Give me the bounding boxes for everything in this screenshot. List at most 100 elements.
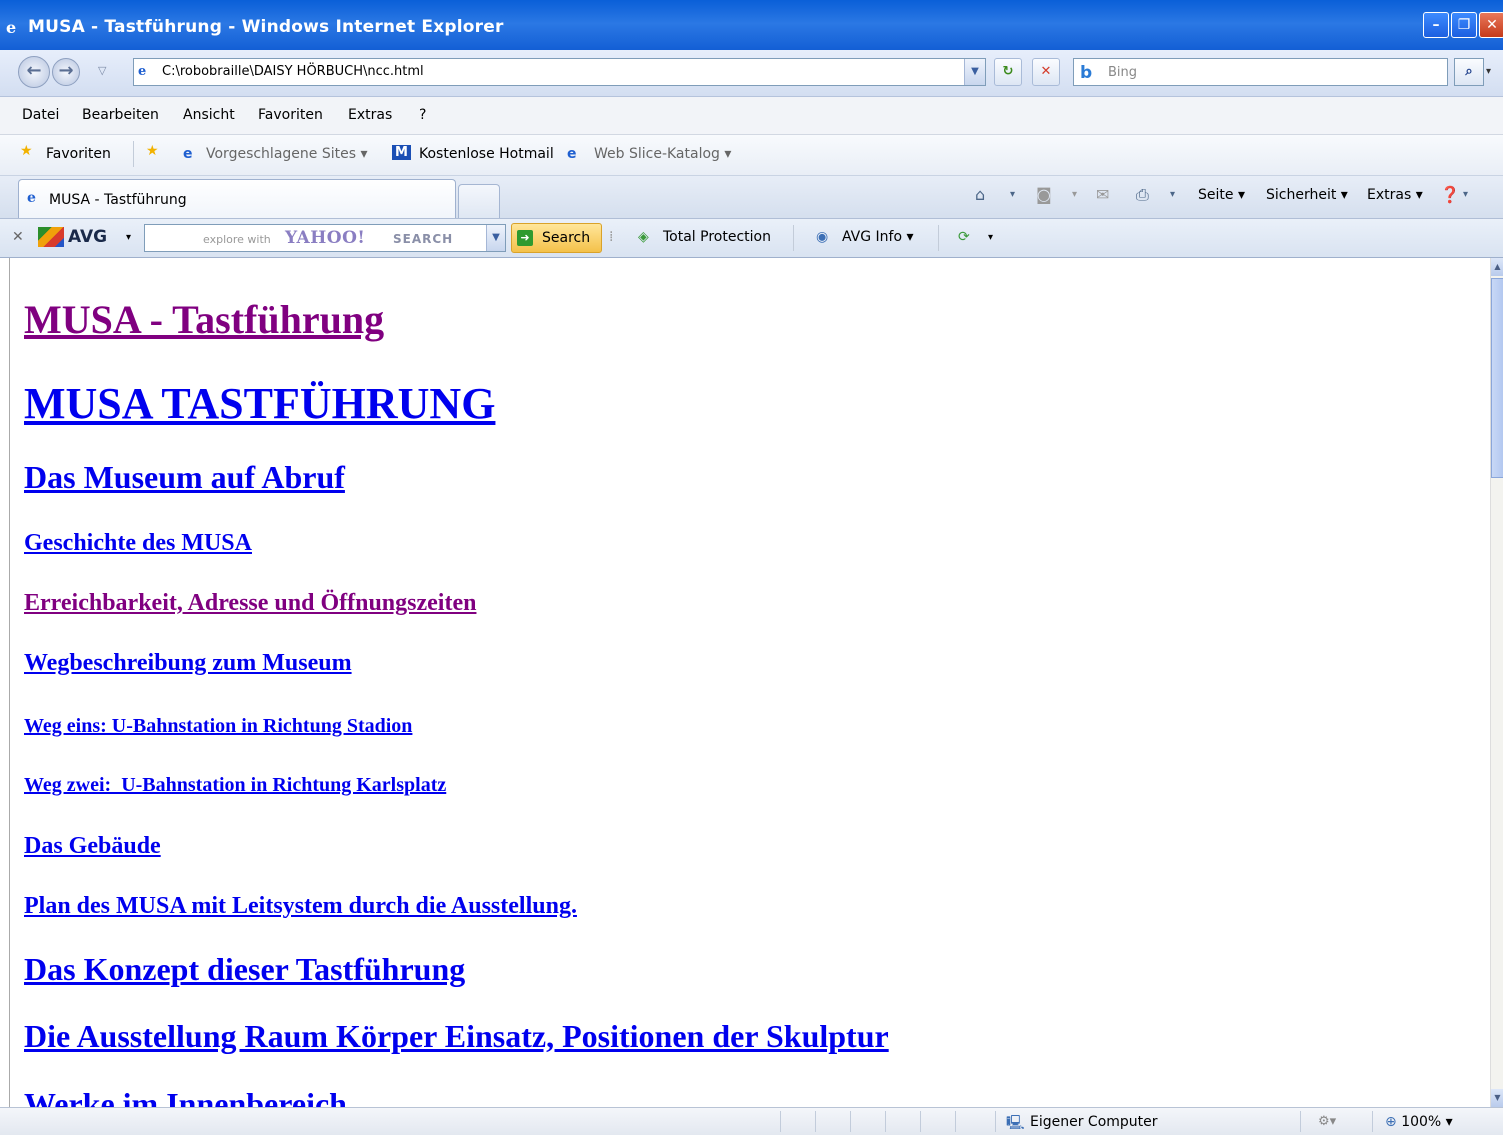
yahoo-search-input[interactable]: explore with YAHOO! SEARCH ▼ [144,224,506,252]
link-wegbeschreibung[interactable]: Wegbeschreibung zum Museum [24,650,352,677]
search-options-icon[interactable]: ▾ [1486,66,1491,77]
vertical-scrollbar[interactable]: ▲ ▼ [1490,258,1503,1107]
suggested-sites-link[interactable]: Vorgeschlagene Sites ▾ [206,146,368,162]
mail-icon[interactable]: ✉ [1096,185,1109,204]
menu-ansicht[interactable]: Ansicht [183,107,235,123]
add-favorite-icon[interactable]: ★ [146,143,159,159]
avg-logo-icon [38,227,64,247]
feeds-icon[interactable]: ◙ [1036,185,1052,204]
tab-row: e MUSA - Tastführung ⌂ ▾ ◙ ▾ ✉ ⎙ ▾ Seite… [0,176,1503,219]
toolbar-grip-icon: ⁞ [609,229,614,245]
url-field[interactable]: e C:\robobraille\DAISY HÖRBUCH\ncc.html … [133,58,986,86]
page-icon: e [138,64,147,79]
zoom-value: 100% [1401,1114,1442,1130]
home-dropdown-icon[interactable]: ▾ [1010,189,1015,200]
back-button[interactable]: ← [18,56,50,88]
forward-button[interactable]: → [52,58,80,86]
help-icon[interactable]: ❓ [1440,185,1460,204]
hotmail-icon: M [392,145,411,160]
page-content: MUSA - Tastführung MUSA TASTFÜHRUNG Das … [9,258,1491,1107]
status-divider [815,1111,816,1132]
address-bar: ← → ▽ e C:\robobraille\DAISY HÖRBUCH\ncc… [0,50,1503,97]
minimize-button[interactable]: – [1423,12,1449,38]
yahoo-dropdown-icon[interactable]: ▼ [486,225,505,251]
yahoo-logo: YAHOO! [285,228,366,248]
status-divider [920,1111,921,1132]
avg-search-button[interactable]: ➜ Search [511,223,602,253]
link-weg-eins[interactable]: Weg eins: U-Bahnstation in Richtung Stad… [24,715,412,738]
help-dropdown-icon[interactable]: ▾ [1463,189,1468,200]
avg-update-icon[interactable]: ⟳ [958,229,970,245]
yahoo-placeholder: explore with [203,233,271,246]
menu-bar: Datei Bearbeiten Ansicht Favoriten Extra… [0,97,1503,135]
link-weg-zwei[interactable]: Weg zwei: U-Bahnstation in Richtung Karl… [24,774,446,797]
link-konzept[interactable]: Das Konzept dieser Tastführung [24,951,465,988]
menu-extras[interactable]: Extras [348,107,392,123]
link-werke-innenbereich[interactable]: Werke im Innenbereich [24,1086,347,1107]
avg-dropdown-icon[interactable]: ▾ [126,232,131,243]
link-museum-auf-abruf[interactable]: Das Museum auf Abruf [24,459,345,496]
avg-toolbar: ✕ AVG ▾ explore with YAHOO! SEARCH ▼ ➜ S… [0,219,1503,258]
search-input[interactable]: b Bing [1073,58,1448,86]
scroll-up-icon[interactable]: ▲ [1491,258,1503,276]
arrow-right-icon: ➜ [517,230,533,246]
tools-menu[interactable]: Extras ▾ [1367,187,1423,203]
close-button[interactable]: ✕ [1479,12,1503,38]
link-erreichbarkeit[interactable]: Erreichbarkeit, Adresse und Öffnungszeit… [24,590,476,617]
menu-help[interactable]: ? [419,107,426,123]
safety-menu[interactable]: Sicherheit ▾ [1266,187,1348,203]
avg-info-button[interactable]: AVG Info ▾ [842,229,914,245]
window-title: MUSA - Tastführung - Windows Internet Ex… [28,17,504,37]
scroll-thumb[interactable] [1491,278,1503,478]
status-bar: 🖳 Eigener Computer ⚙▾ ⊕ 100% ▾ [0,1107,1503,1135]
history-dropdown-icon[interactable]: ▽ [98,64,106,77]
avg-brand[interactable]: AVG [68,227,107,247]
menu-bearbeiten[interactable]: Bearbeiten [82,107,159,123]
tab-label: MUSA - Tastführung [49,192,187,208]
url-dropdown-icon[interactable]: ▼ [964,59,985,85]
status-divider [1372,1111,1373,1132]
link-gebaeude[interactable]: Das Gebäude [24,833,161,860]
print-icon[interactable]: ⎙ [1136,185,1149,205]
link-musa-tastfuehrung[interactable]: MUSA - Tastführung [24,296,384,343]
status-divider [885,1111,886,1132]
scroll-down-icon[interactable]: ▼ [1491,1089,1503,1107]
stop-button[interactable]: ✕ [1032,58,1060,86]
close-toolbar-icon[interactable]: ✕ [12,229,24,245]
computer-icon: 🖳 [1006,1115,1025,1131]
ie-logo-icon: e [6,18,17,37]
web-slice-link[interactable]: Web Slice-Katalog ▾ [594,146,731,162]
menu-datei[interactable]: Datei [22,107,59,123]
shield-icon: ◈ [638,229,649,245]
home-icon[interactable]: ⌂ [975,185,985,204]
avg-update-dropdown-icon[interactable]: ▾ [988,232,993,243]
link-plan[interactable]: Plan des MUSA mit Leitsystem durch die A… [24,893,577,920]
favorites-bar: ★ Favoriten ★ e Vorgeschlagene Sites ▾ M… [0,135,1503,176]
maximize-button[interactable]: ❐ [1451,12,1477,38]
link-ausstellung[interactable]: Die Ausstellung Raum Körper Einsatz, Pos… [24,1018,889,1055]
suggested-sites-icon: e [183,146,193,162]
zoom-level[interactable]: ⊕ 100% ▾ [1385,1114,1453,1130]
search-button[interactable]: ⌕ [1454,58,1484,86]
refresh-button[interactable]: ↻ [994,58,1022,86]
new-tab-button[interactable] [458,184,500,218]
feeds-dropdown-icon[interactable]: ▾ [1072,189,1077,200]
avg-search-label: Search [542,230,591,246]
avg-info-icon: ◉ [816,229,829,245]
menu-favoriten[interactable]: Favoriten [258,107,323,123]
favorites-separator [133,141,134,167]
link-musa-tastfuehrung-caps[interactable]: MUSA TASTFÜHRUNG [24,378,495,429]
favorites-button[interactable]: Favoriten [46,146,111,162]
tab-musa[interactable]: e MUSA - Tastführung [18,179,456,218]
print-dropdown-icon[interactable]: ▾ [1170,189,1175,200]
status-divider [995,1111,996,1132]
avg-separator-2 [938,225,939,251]
protected-mode-icon[interactable]: ⚙▾ [1318,1114,1336,1129]
link-geschichte[interactable]: Geschichte des MUSA [24,530,252,557]
total-protection-button[interactable]: Total Protection [663,229,771,245]
avg-separator [793,225,794,251]
web-slice-icon: e [567,146,577,162]
hotmail-link[interactable]: Kostenlose Hotmail [419,146,554,162]
yahoo-search-label: SEARCH [393,232,454,246]
page-menu[interactable]: Seite ▾ [1198,187,1245,203]
